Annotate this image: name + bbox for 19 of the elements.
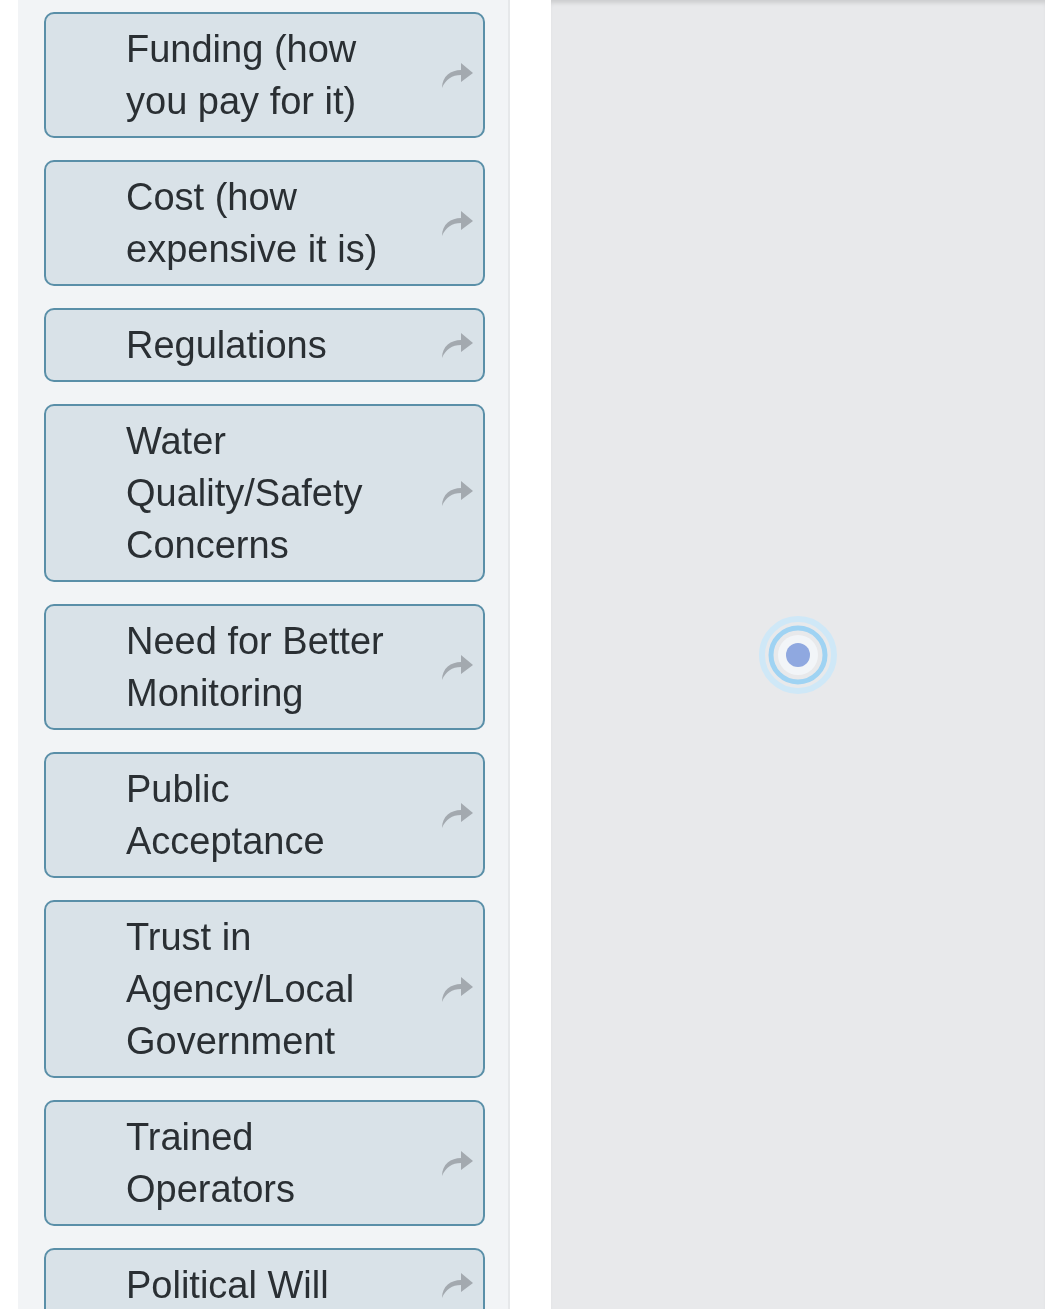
share-arrow-icon <box>439 478 475 508</box>
share-arrow-icon <box>439 330 475 360</box>
share-arrow-icon <box>439 800 475 830</box>
category-card[interactable]: Trust in Agency/Local Government <box>44 900 485 1078</box>
category-card[interactable]: Need for Better Monitoring <box>44 604 485 730</box>
share-arrow-icon <box>439 1148 475 1178</box>
share-arrow-icon <box>439 208 475 238</box>
category-card[interactable]: Regulations <box>44 308 485 382</box>
category-card[interactable]: Funding (how you pay for it) <box>44 12 485 138</box>
category-card[interactable]: Water Quality/Safety Concerns <box>44 404 485 582</box>
category-card[interactable]: Trained Operators <box>44 1100 485 1226</box>
share-arrow-icon <box>439 60 475 90</box>
category-card[interactable]: Political Will <box>44 1248 485 1309</box>
loading-spinner-icon <box>757 613 839 696</box>
category-card[interactable]: Cost (how expensive it is) <box>44 160 485 286</box>
share-arrow-icon <box>439 974 475 1004</box>
share-arrow-icon <box>439 1270 475 1300</box>
category-card[interactable]: Public Acceptance <box>44 752 485 878</box>
share-arrow-icon <box>439 652 475 682</box>
